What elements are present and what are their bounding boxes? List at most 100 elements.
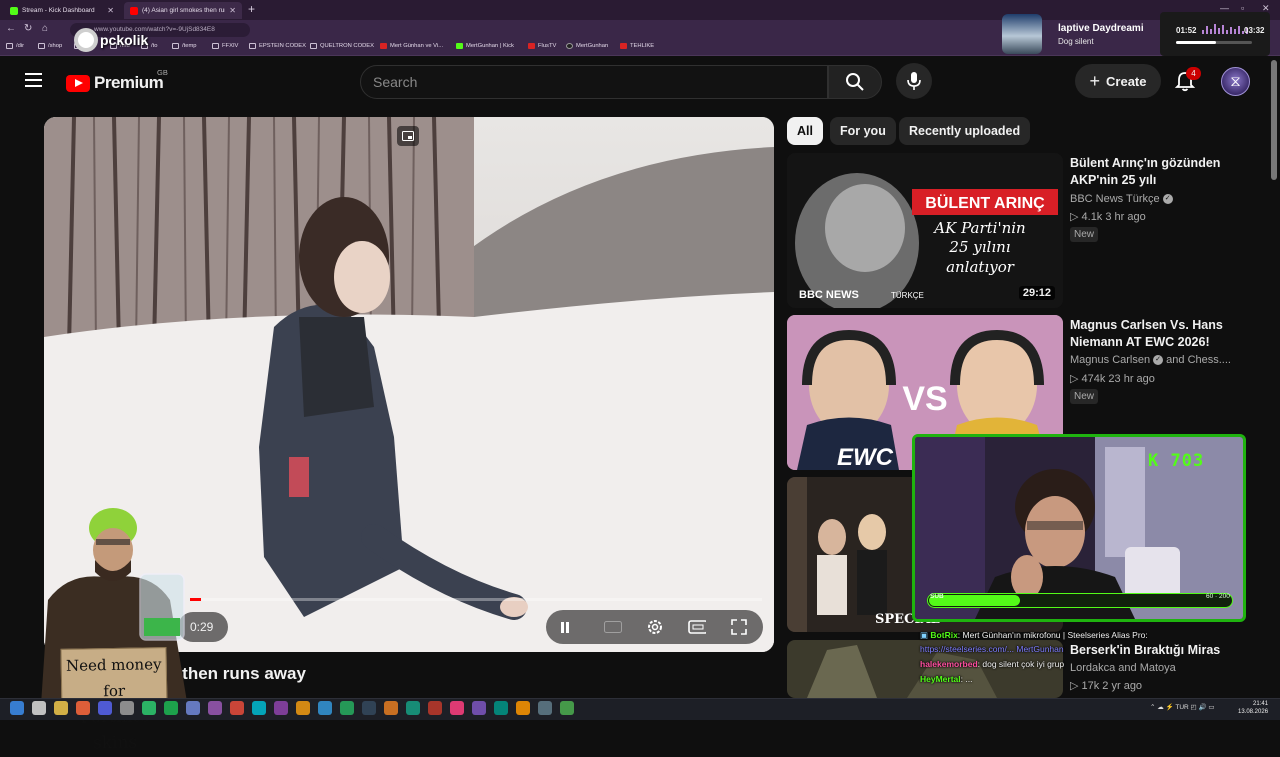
player-controls [546, 610, 763, 644]
new-tab-button[interactable]: + [248, 2, 255, 16]
taskbar-app-icon[interactable] [318, 701, 332, 715]
region-code: GB [157, 68, 168, 77]
folder-icon [212, 43, 219, 49]
taskbar-app-icon[interactable] [362, 701, 376, 715]
bookmark-item[interactable]: /temp [172, 43, 197, 49]
views-play-icon: ▷ [1070, 680, 1082, 692]
subtitles-icon[interactable] [604, 618, 622, 636]
folder-icon [172, 43, 179, 49]
tab-kick-dashboard[interactable]: Stream - Kick Dashboard ✕ [4, 2, 120, 19]
taskbar-app-icon[interactable] [120, 701, 134, 715]
bookmark-item[interactable]: MertGunhan [566, 43, 608, 49]
video-meta: ▷ 474k 23 hr ago [1070, 373, 1155, 385]
taskbar-app-icon[interactable] [32, 701, 46, 715]
taskbar-app-icon[interactable] [274, 701, 288, 715]
song-artist: Dog silent [1058, 37, 1094, 46]
taskbar-app-icon[interactable] [142, 701, 156, 715]
taskbar-app-icon[interactable] [494, 701, 508, 715]
svg-text:25 yılını: 25 yılını [948, 238, 1010, 256]
bookmark-item[interactable]: /shop [38, 43, 62, 49]
taskbar-app-icon[interactable] [186, 701, 200, 715]
taskbar-app-icon[interactable] [230, 701, 244, 715]
folder-icon [6, 43, 13, 49]
taskbar-app-icon[interactable] [428, 701, 442, 715]
video-meta: ▷ 4.1k 3 hr ago [1070, 211, 1146, 223]
taskbar-app-icon[interactable] [98, 701, 112, 715]
kick-icon [456, 43, 463, 49]
notification-count-badge: 4 [1186, 67, 1201, 80]
logo-ring-icon [74, 28, 98, 52]
channel-name[interactable]: Magnus Carlsen ✓ and Chess.... [1070, 354, 1231, 366]
plus-icon: + [1089, 71, 1101, 91]
back-icon[interactable]: ← [6, 23, 16, 34]
folder-icon [249, 43, 256, 49]
chip-for-you[interactable]: For you [830, 117, 896, 145]
kick-icon [10, 6, 18, 15]
sub-goal-label: SUB [930, 593, 944, 600]
fullscreen-icon[interactable] [730, 618, 748, 636]
youtube-logo[interactable]: Premium [66, 73, 164, 93]
page-scrollbar[interactable] [1271, 60, 1277, 180]
bookmark-item[interactable]: QUELTRON CODEX [310, 43, 374, 49]
taskbar-app-icon[interactable] [516, 701, 530, 715]
close-icon[interactable]: ✕ [229, 6, 236, 15]
svg-text:anlatıyor: anlatıyor [946, 258, 1015, 276]
taskbar-app-icon[interactable] [76, 701, 90, 715]
search-input[interactable]: Search [360, 65, 828, 99]
close-icon[interactable]: ✕ [107, 6, 114, 15]
taskbar-app-icon[interactable] [450, 701, 464, 715]
recommendation-item[interactable]: BÜLENT ARINÇ AK Parti'nin 25 yılını anla… [787, 153, 1267, 308]
windows-start-icon[interactable] [10, 701, 24, 715]
taskbar-app-icon[interactable] [406, 701, 420, 715]
bookmark-item[interactable]: /dir [6, 43, 24, 49]
theater-mode-icon[interactable] [688, 618, 706, 636]
search-button[interactable] [828, 65, 882, 99]
bookmark-item[interactable]: FlusTV [528, 43, 556, 49]
video-progress-bar[interactable] [190, 598, 762, 601]
voice-search-button[interactable] [896, 63, 932, 99]
home-icon[interactable]: ⌂ [42, 23, 48, 34]
sub-goal-count: 60 · 200 [1206, 593, 1230, 600]
bookmark-item[interactable]: FFXIV [212, 43, 238, 49]
menu-icon[interactable] [25, 73, 42, 89]
youtube-icon [130, 6, 138, 15]
reload-icon[interactable]: ↻ [24, 23, 32, 34]
video-title[interactable]: Magnus Carlsen Vs. Hans Niemann AT EWC 2… [1070, 317, 1235, 351]
taskbar-app-icon[interactable] [252, 701, 266, 715]
video-thumbnail[interactable]: BÜLENT ARINÇ AK Parti'nin 25 yılını anla… [787, 153, 1063, 308]
account-avatar[interactable]: ⧖ [1221, 67, 1250, 96]
tab-youtube-video[interactable]: (4) Asian girl smokes then runs aw ✕ [124, 2, 242, 19]
elapsed-time: 01:52 [1176, 26, 1197, 35]
picture-in-picture-icon[interactable] [397, 126, 419, 146]
taskbar-app-icon[interactable] [384, 701, 398, 715]
taskbar-app-icon[interactable] [472, 701, 486, 715]
channel-name[interactable]: BBC News Türkçe ✓ [1070, 193, 1173, 205]
pause-icon[interactable] [556, 618, 574, 636]
video-meta: ▷ 17k 2 yr ago [1070, 680, 1143, 692]
bookmark-item[interactable]: EPSTEIN CODEX [249, 43, 306, 49]
video-title[interactable]: Bülent Arınç'ın gözünden AKP'nin 25 yılı [1070, 155, 1235, 189]
svg-text:BBC NEWS: BBC NEWS [799, 289, 859, 301]
total-time: 03:32 [1244, 26, 1265, 35]
create-button[interactable]: + Create [1075, 64, 1161, 98]
taskbar-app-icon[interactable] [164, 701, 178, 715]
search-icon [846, 73, 864, 91]
bot-badge-icon: ▣ [920, 630, 931, 640]
views-play-icon: ▷ [1070, 373, 1082, 385]
svg-text:AK Parti'nin: AK Parti'nin [932, 219, 1025, 237]
bookmark-item[interactable]: TEHLIKE [620, 43, 654, 49]
bookmark-item[interactable]: MertGunhan | Kick [456, 43, 514, 49]
chip-all[interactable]: All [787, 117, 823, 145]
bookmark-item[interactable]: Mert Günhan ve Vi... [380, 43, 443, 49]
taskbar-app-icon[interactable] [54, 701, 68, 715]
settings-gear-icon[interactable] [646, 618, 664, 636]
video-title[interactable]: Berserk'in Bıraktığı Miras [1070, 642, 1235, 659]
now-playing-widget: laptive Daydreami Dog silent 01:52 03:32 [1000, 12, 1275, 56]
channel-name[interactable]: Lordakca and Matoya [1070, 662, 1176, 674]
taskbar-app-icon[interactable] [208, 701, 222, 715]
taskbar-app-icon[interactable] [296, 701, 310, 715]
taskbar-app-icon[interactable] [340, 701, 354, 715]
taskbar-app-icon[interactable] [538, 701, 552, 715]
chip-recently-uploaded[interactable]: Recently uploaded [899, 117, 1031, 145]
taskbar-app-icon[interactable] [560, 701, 574, 715]
